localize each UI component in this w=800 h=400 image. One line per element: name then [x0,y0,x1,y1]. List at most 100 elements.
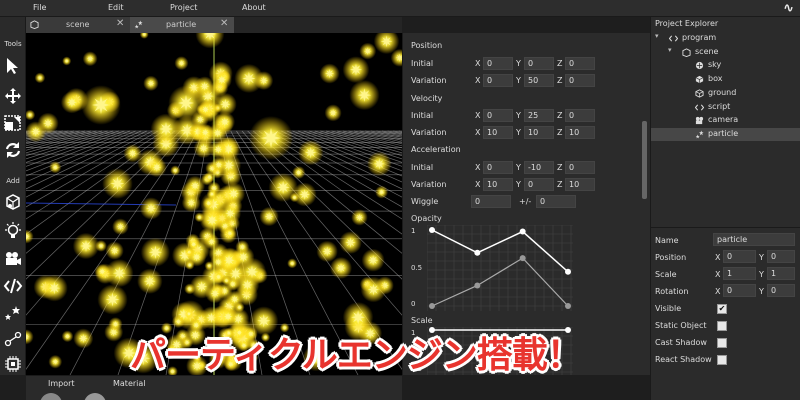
add-effect-icon[interactable] [3,330,23,348]
particle-sprite [146,203,157,214]
add-light-icon[interactable] [3,222,23,240]
expand-chevron-icon[interactable]: ▾ [668,46,672,54]
axis-y-label: Y [759,270,764,279]
promo-banner-text: パーティクルエンジン搭載！ [130,335,583,376]
position-variation-y-input[interactable]: 50 [524,74,554,87]
position-initial-y-input[interactable]: 0 [524,57,554,70]
particle-sprite [98,268,106,275]
tree-item-script[interactable]: script [651,101,800,114]
tree-item-scene[interactable]: ▾ scene [651,46,800,59]
rotation-x-input[interactable]: 0 [723,284,756,297]
axis-z-label: Z [557,128,563,137]
tree-item-ground[interactable]: ground [651,87,800,100]
add-script-icon[interactable] [3,277,23,295]
add-model-icon[interactable] [3,194,23,212]
axis-x-label: X [475,180,481,189]
opacity-curve-point[interactable] [429,227,435,233]
scale-x-input[interactable]: 1 [723,267,756,280]
axis-x-label: X [715,253,721,262]
opacity-variation-point[interactable] [474,282,481,289]
menu-about[interactable]: About [242,3,266,12]
acceleration-variation-z-input[interactable]: 10 [565,178,595,191]
opacity-curve-graph[interactable] [427,225,573,311]
scene-viewport[interactable] [26,33,402,375]
move-tool-icon[interactable] [3,87,23,105]
velocity-initial-y-input[interactable]: 25 [524,109,554,122]
position-y-input[interactable]: 0 [767,250,795,263]
acceleration-initial-x-input[interactable]: 0 [483,161,513,174]
react-shadow-checkbox[interactable] [717,355,727,365]
acceleration-initial-z-input[interactable]: 0 [565,161,595,174]
name-label: Name [655,236,679,245]
particle-sprite [261,128,281,148]
tree-item-program[interactable]: ▾ program [651,32,800,45]
axis-y-label: Y [516,128,521,137]
tab-particle-close-icon[interactable]: ✕ [220,18,228,29]
opacity-curve-point[interactable] [565,268,571,275]
velocity-variation-label: Variation [411,128,447,137]
cast-shadow-checkbox[interactable] [717,338,727,348]
particle-icon [695,130,704,139]
opacity-curve-point[interactable] [519,228,526,235]
velocity-initial-z-input[interactable]: 0 [565,109,595,122]
velocity-variation-z-input[interactable]: 10 [565,126,595,139]
name-input[interactable]: particle [713,233,795,246]
velocity-initial-x-input[interactable]: 0 [483,109,513,122]
position-initial-z-input[interactable]: 0 [565,57,595,70]
position-variation-z-input[interactable]: 0 [565,74,595,87]
wiggle-variation-input[interactable]: 0 [536,195,576,208]
particle-sprite [367,255,379,266]
add-camera-icon[interactable] [3,250,23,268]
material-preview-sphere[interactable] [40,393,62,400]
rotate-tool-icon[interactable] [3,141,23,159]
scale-y-input[interactable]: 1 [767,267,795,280]
tab-particle[interactable]: particle ✕ [130,17,234,33]
tree-item-camera[interactable]: camera [651,114,800,127]
opacity-variation-point[interactable] [429,303,435,309]
position-label: Position [655,253,687,262]
static-object-label: Static Object [655,321,707,330]
tree-item-particle[interactable]: particle [651,127,800,141]
rotation-y-input[interactable]: 0 [767,284,795,297]
menu-file[interactable]: File [33,3,46,12]
material-preview-sphere[interactable] [84,393,106,400]
particle-sprite [228,188,239,199]
acceleration-variation-x-input[interactable]: 10 [483,178,513,191]
menu-project[interactable]: Project [170,3,197,12]
tab-scene-close-icon[interactable]: ✕ [116,18,124,29]
inspector-scrollbar[interactable] [642,121,647,199]
add-component-icon[interactable] [3,355,23,373]
box-icon [695,75,704,84]
particle-sprite [152,162,162,172]
static-object-checkbox[interactable] [717,321,727,331]
app-logo-icon: ∿ [783,1,794,16]
opacity-variation-point[interactable] [519,255,526,262]
opacity-variation-point[interactable] [565,303,571,309]
particle-sprite [201,128,209,137]
position-x-input[interactable]: 0 [723,250,756,263]
expand-chevron-icon[interactable]: ▾ [655,32,659,40]
cube-icon [695,89,704,98]
visible-checkbox[interactable]: ✔ [717,304,727,314]
tree-item-sky[interactable]: sky [651,59,800,72]
select-tool-icon[interactable] [3,57,23,75]
menu-edit[interactable]: Edit [108,3,124,12]
particle-sprite [200,81,210,91]
tab-material[interactable]: Material [113,379,146,388]
axis-y-label: Y [516,111,521,120]
particle-sprite [227,230,233,237]
tree-item-box[interactable]: box [651,73,800,86]
acceleration-variation-y-input[interactable]: 0 [524,178,554,191]
position-variation-x-input[interactable]: 0 [483,74,513,87]
acceleration-initial-y-input[interactable]: -10 [524,161,554,174]
position-initial-x-input[interactable]: 0 [483,57,513,70]
tab-import[interactable]: Import [48,379,75,388]
velocity-variation-y-input[interactable]: 10 [524,126,554,139]
scene-icon [682,48,691,57]
add-particle-icon[interactable] [3,305,23,323]
velocity-variation-x-input[interactable]: 10 [483,126,513,139]
opacity-curve-point[interactable] [474,249,481,256]
tab-scene[interactable]: scene ✕ [26,17,130,33]
wiggle-input[interactable]: 0 [471,195,511,208]
scale-tool-icon[interactable] [3,114,23,132]
